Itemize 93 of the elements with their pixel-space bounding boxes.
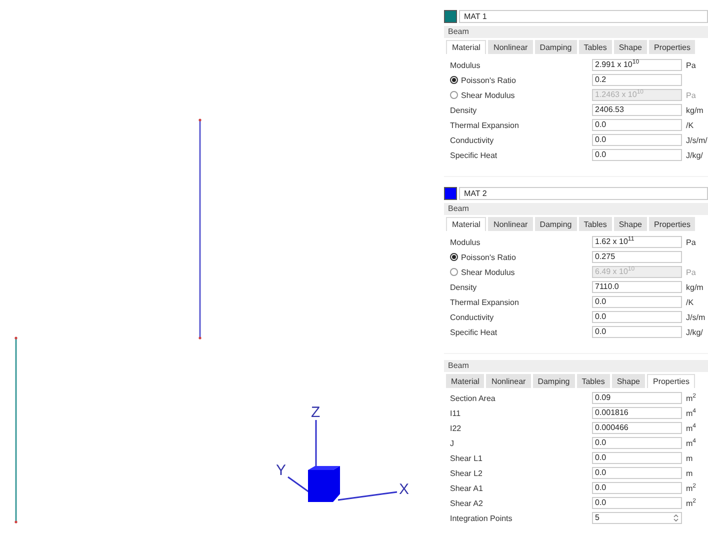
tab[interactable]: Tables <box>578 40 612 54</box>
tab[interactable]: Damping <box>534 217 577 231</box>
input-field[interactable]: 2406.53 <box>592 104 682 116</box>
tab[interactable]: Nonlinear <box>488 40 533 54</box>
tab[interactable]: Material <box>446 40 486 54</box>
input-field[interactable]: 0.0 <box>592 482 682 494</box>
unit-label: J/kg/ <box>685 150 703 160</box>
unit-label: m$^{4}$ <box>685 438 696 448</box>
input-field[interactable]: 0.0 <box>592 296 682 308</box>
unit-label: m$^{4}$ <box>685 408 696 418</box>
unit-label: J/kg/ <box>685 328 703 336</box>
field-label: Specific Heat <box>450 150 498 160</box>
input-field[interactable]: 5 <box>592 512 682 524</box>
field-label: I22 <box>450 424 462 432</box>
field-label: Shear Modulus <box>461 90 515 100</box>
input-field[interactable]: 0.0 <box>592 326 682 338</box>
tab[interactable]: Damping <box>534 40 577 54</box>
unit-label: J/s/m <box>685 312 706 322</box>
field-label: Modulus <box>450 238 480 246</box>
tab[interactable]: Properties <box>648 40 696 54</box>
field-label: Density <box>450 282 477 292</box>
field-label: Conductivity <box>450 312 494 322</box>
field-label: Poisson's Ratio <box>461 76 516 84</box>
unit-label: Pa <box>685 90 696 100</box>
axis-triad-drawing: Z Y X <box>276 404 410 502</box>
unit-label: kg/m <box>685 282 704 292</box>
unit-label: /K <box>685 120 694 130</box>
field-label: Section Area <box>450 394 496 402</box>
field-label: Specific Heat <box>450 328 498 336</box>
unit-label: m$^{2}$ <box>685 498 696 508</box>
radio-button[interactable] <box>450 253 458 261</box>
unit-label: /K <box>685 298 694 306</box>
unit-label: Pa <box>685 268 696 276</box>
field-label: Poisson's Ratio <box>461 252 516 262</box>
tab[interactable]: Damping <box>532 374 575 388</box>
unit-label: kg/m <box>685 106 704 114</box>
input-field[interactable]: 0.0 <box>592 452 682 464</box>
tab[interactable]: Nonlinear <box>486 374 531 388</box>
color-swatch[interactable] <box>444 187 457 200</box>
group-header: Beam <box>444 26 708 38</box>
unit-label: J/s/m/ <box>685 136 708 144</box>
field-label: Shear Modulus <box>461 268 515 276</box>
tab[interactable]: Tables <box>578 217 612 231</box>
tab[interactable]: Material <box>446 217 486 231</box>
field-label: Thermal Expansion <box>450 298 519 306</box>
material-name-field[interactable]: MAT 1 <box>459 10 708 23</box>
unit-label: m$^{2}$ <box>685 394 696 402</box>
field-label: I11 <box>450 408 461 418</box>
input-field[interactable]: 0.09 <box>592 392 682 404</box>
tab[interactable]: Shape <box>612 374 645 388</box>
field-label: Density <box>450 106 477 114</box>
tab[interactable]: Properties <box>646 374 696 388</box>
tab[interactable]: Properties <box>648 217 696 231</box>
input-field[interactable]: 1.62 x 10$^{11}$ <box>592 236 682 248</box>
input-field[interactable]: 0.0 <box>592 149 682 161</box>
unit-label: m <box>685 454 693 462</box>
input-field[interactable]: 0.275 <box>592 251 682 263</box>
unit-label: m <box>685 468 693 478</box>
spinner-arrows-icon[interactable] <box>673 513 679 523</box>
input-field[interactable]: 7110.0 <box>592 281 682 293</box>
input-field[interactable]: 0.001816 <box>592 407 682 419</box>
unit-label: Pa <box>685 238 696 246</box>
field-label: Shear L1 <box>450 454 482 462</box>
input-field[interactable]: 0.0 <box>592 119 682 131</box>
field-label: J <box>450 438 454 448</box>
color-swatch[interactable] <box>444 10 457 23</box>
input-field[interactable]: 0.0 <box>592 497 682 509</box>
group-header: Beam <box>444 203 708 215</box>
unit-label: m$^{4}$ <box>685 424 696 432</box>
material-name-field[interactable]: MAT 2 <box>459 187 708 200</box>
field-label: Modulus <box>450 60 480 70</box>
tab[interactable]: Tables <box>576 374 610 388</box>
input-field[interactable]: 0.0 <box>592 437 682 449</box>
field-label: Thermal Expansion <box>450 120 519 130</box>
field-label: Integration Points <box>450 514 512 522</box>
unit-label: Pa <box>685 60 696 70</box>
tab[interactable]: Material <box>446 374 484 388</box>
input-field[interactable]: 0.2 <box>592 74 682 86</box>
field-label: Shear A1 <box>450 484 483 492</box>
tab[interactable]: Nonlinear <box>488 217 533 231</box>
input-field[interactable]: 0.0 <box>592 134 682 146</box>
unit-label: m$^{2}$ <box>685 484 696 492</box>
input-field[interactable]: 0.000466 <box>592 422 682 434</box>
tab[interactable]: Shape <box>614 40 647 54</box>
radio-button[interactable] <box>450 76 458 84</box>
input-field[interactable]: 0.0 <box>592 467 682 479</box>
field-label: Shear L2 <box>450 468 482 478</box>
field-label: Conductivity <box>450 136 494 144</box>
field-label: Shear A2 <box>450 498 483 508</box>
input-field[interactable]: 2.991 x 10$^{10}$ <box>592 59 682 71</box>
group-header: Beam <box>444 360 708 372</box>
input-field[interactable]: 0.0 <box>592 311 682 323</box>
tab[interactable]: Shape <box>614 217 647 231</box>
